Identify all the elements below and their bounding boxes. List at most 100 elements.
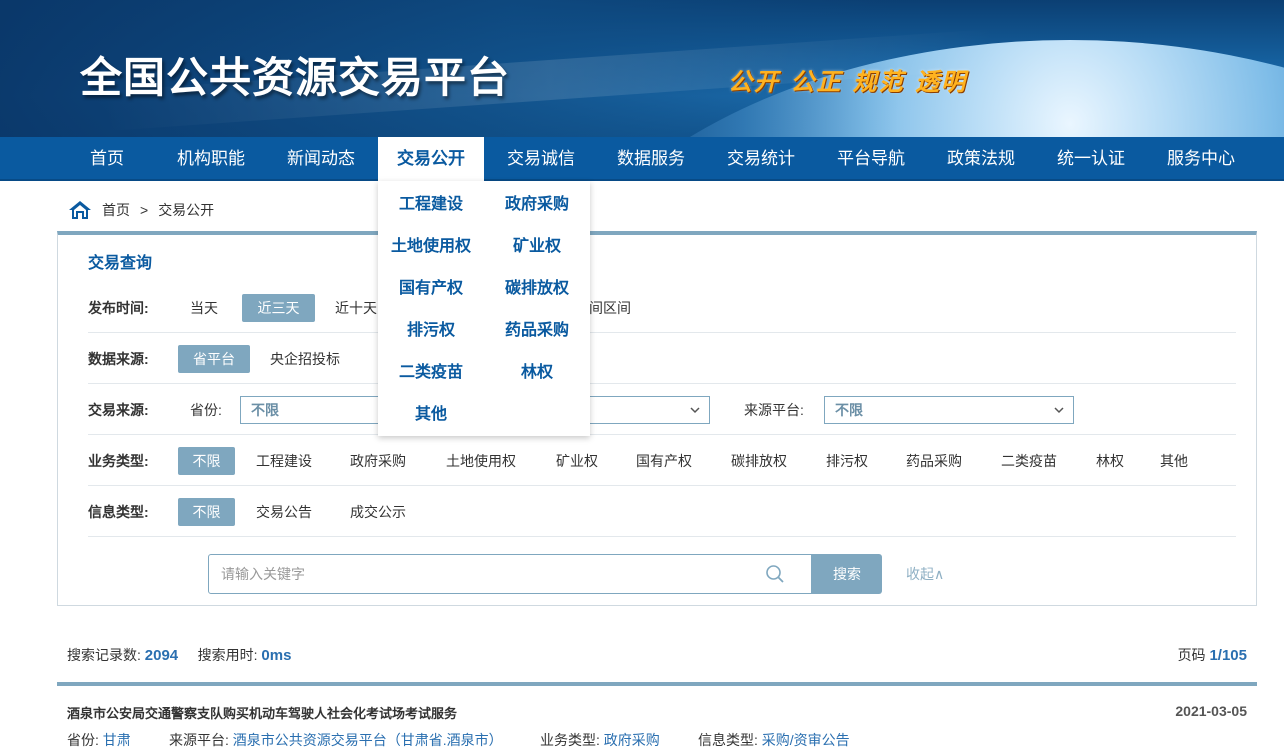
business-option-land-use[interactable]: 土地使用权	[446, 447, 516, 475]
option-last-3-days[interactable]: 近三天	[242, 294, 315, 322]
site-banner: 全国公共资源交易平台 公开 公正 规范 透明	[0, 0, 1284, 137]
nav-unified-auth[interactable]: 统一认证	[1046, 137, 1136, 181]
dropdown-item-forestry[interactable]: 林权	[484, 352, 590, 394]
business-type-label: 业务类型:	[88, 453, 149, 469]
nav-trade-credit[interactable]: 交易诚信	[496, 137, 586, 181]
search-icon[interactable]	[765, 564, 785, 584]
breadcrumb: 首页 > 交易公开	[68, 198, 214, 222]
option-date-range[interactable]: 间区间	[589, 294, 631, 322]
info-type-label: 信息类型:	[88, 504, 149, 520]
publish-time-label: 发布时间:	[88, 300, 149, 316]
keyword-search-box	[208, 554, 812, 594]
nav-platform-guide[interactable]: 平台导航	[826, 137, 916, 181]
result-info-label: 信息类型:	[698, 732, 758, 748]
chevron-down-icon	[690, 407, 700, 414]
dropdown-item-engineering[interactable]: 工程建设	[378, 184, 484, 226]
dropdown-item-gov-procurement[interactable]: 政府采购	[484, 184, 590, 226]
home-icon[interactable]	[68, 200, 92, 220]
business-option-carbon[interactable]: 碳排放权	[731, 447, 787, 475]
breadcrumb-current: 交易公开	[158, 202, 215, 218]
business-option-drug-procurement[interactable]: 药品采购	[906, 447, 962, 475]
source-platform-label: 来源平台:	[744, 402, 804, 418]
breadcrumb-home[interactable]: 首页	[102, 200, 130, 220]
page-label: 页码	[1177, 647, 1206, 663]
business-option-mining[interactable]: 矿业权	[556, 447, 598, 475]
trade-open-dropdown: 工程建设 政府采购 土地使用权 矿业权 国有产权 碳排放权 排污权 药品采购 二…	[378, 181, 590, 436]
nav-news[interactable]: 新闻动态	[276, 137, 366, 181]
business-option-pollution[interactable]: 排污权	[826, 447, 868, 475]
info-option-any[interactable]: 不限	[178, 498, 235, 526]
result-province-label: 省份:	[67, 732, 99, 748]
trade-source-label: 交易来源:	[88, 402, 149, 418]
trade-query-panel: 交易查询 发布时间: 当天 近三天 近十天 间区间 数据来源: 省平台 央企招投…	[57, 231, 1257, 606]
dropdown-item-land-use[interactable]: 土地使用权	[378, 226, 484, 268]
search-stats: 搜索记录数: 2094 搜索用时: 0ms	[67, 645, 291, 665]
business-option-engineering[interactable]: 工程建设	[256, 447, 312, 475]
site-slogan: 公开 公正 规范 透明	[728, 68, 968, 96]
breadcrumb-separator: >	[140, 202, 149, 218]
dropdown-item-pollution[interactable]: 排污权	[378, 310, 484, 352]
dropdown-item-state-property[interactable]: 国有产权	[378, 268, 484, 310]
nav-home[interactable]: 首页	[72, 137, 142, 181]
dropdown-item-carbon[interactable]: 碳排放权	[484, 268, 590, 310]
data-source-label: 数据来源:	[88, 351, 149, 367]
result-province-value: 甘肃	[102, 732, 131, 748]
result-title[interactable]: 酒泉市公安局交通警察支队购买机动车驾驶人社会化考试场考试服务	[67, 703, 457, 722]
result-date: 2021-03-05	[1175, 703, 1247, 719]
business-option-state-property[interactable]: 国有产权	[636, 447, 692, 475]
result-business-label: 业务类型:	[540, 732, 600, 748]
result-platform-label: 来源平台:	[169, 732, 229, 748]
result-platform-value: 酒泉市公共资源交易平台（甘肃省.酒泉市）	[232, 732, 503, 748]
info-option-trade-announcement[interactable]: 交易公告	[256, 498, 312, 526]
nav-service-center[interactable]: 服务中心	[1156, 137, 1246, 181]
info-option-deal-publicity[interactable]: 成交公示	[350, 498, 406, 526]
search-time: 0ms	[261, 647, 292, 664]
search-button[interactable]: 搜索	[812, 554, 882, 594]
nav-data-service[interactable]: 数据服务	[606, 137, 696, 181]
publish-time-row: 发布时间: 当天 近三天 近十天 间区间	[88, 283, 1236, 333]
option-soe-bidding[interactable]: 央企招投标	[270, 345, 340, 373]
trade-source-row: 交易来源: 省份: 不限 来源平台: 不限	[88, 385, 1236, 435]
result-info-value: 采购/资审公告	[761, 732, 850, 748]
result-info-type: 信息类型: 采购/资审公告	[698, 730, 850, 750]
record-count: 2094	[144, 647, 179, 664]
source-platform-select[interactable]: 不限	[824, 396, 1074, 424]
page-number: 1/105	[1209, 647, 1247, 664]
collapse-toggle[interactable]: 收起∧	[906, 554, 944, 594]
nav-policy[interactable]: 政策法规	[936, 137, 1026, 181]
business-option-any[interactable]: 不限	[178, 447, 235, 475]
data-source-row: 数据来源: 省平台 央企招投标	[88, 334, 1236, 384]
province-label: 省份:	[190, 402, 222, 418]
result-platform: 来源平台: 酒泉市公共资源交易平台（甘肃省.酒泉市）	[169, 730, 503, 750]
site-title: 全国公共资源交易平台	[80, 53, 511, 102]
nav-trade-open[interactable]: 交易公开	[378, 137, 484, 181]
option-today[interactable]: 当天	[190, 294, 218, 322]
result-province: 省份: 甘肃	[67, 730, 131, 750]
results-divider	[57, 682, 1257, 686]
result-business-type: 业务类型: 政府采购	[540, 730, 660, 750]
option-last-10-days[interactable]: 近十天	[335, 294, 377, 322]
business-option-other[interactable]: 其他	[1160, 447, 1188, 475]
dropdown-item-other[interactable]: 其他	[378, 394, 484, 436]
search-time-label: 搜索用时:	[197, 647, 258, 663]
option-provincial-platform[interactable]: 省平台	[178, 345, 250, 373]
province-select-value: 不限	[251, 402, 279, 418]
main-nav: 首页 机构职能 新闻动态 交易公开 交易诚信 数据服务 交易统计 平台导航 政策…	[0, 137, 1284, 181]
business-option-gov-procurement[interactable]: 政府采购	[350, 447, 406, 475]
nav-institution[interactable]: 机构职能	[166, 137, 256, 181]
dropdown-item-mining[interactable]: 矿业权	[484, 226, 590, 268]
business-type-row: 业务类型: 不限 工程建设 政府采购 土地使用权 矿业权 国有产权 碳排放权 排…	[88, 436, 1236, 486]
keyword-input[interactable]	[209, 555, 749, 593]
result-business-value: 政府采购	[603, 732, 660, 748]
source-platform-select-value: 不限	[835, 402, 863, 418]
info-type-row: 信息类型: 不限 交易公告 成交公示	[88, 487, 1236, 537]
business-option-forestry[interactable]: 林权	[1096, 447, 1124, 475]
dropdown-item-drug-procurement[interactable]: 药品采购	[484, 310, 590, 352]
pagination-info: 页码 1/105	[1178, 645, 1247, 665]
nav-trade-stats[interactable]: 交易统计	[716, 137, 806, 181]
chevron-down-icon	[1054, 407, 1064, 414]
record-count-label: 搜索记录数:	[67, 647, 141, 663]
dropdown-item-vaccine[interactable]: 二类疫苗	[378, 352, 484, 394]
panel-title: 交易查询	[88, 255, 153, 272]
business-option-vaccine[interactable]: 二类疫苗	[1001, 447, 1057, 475]
